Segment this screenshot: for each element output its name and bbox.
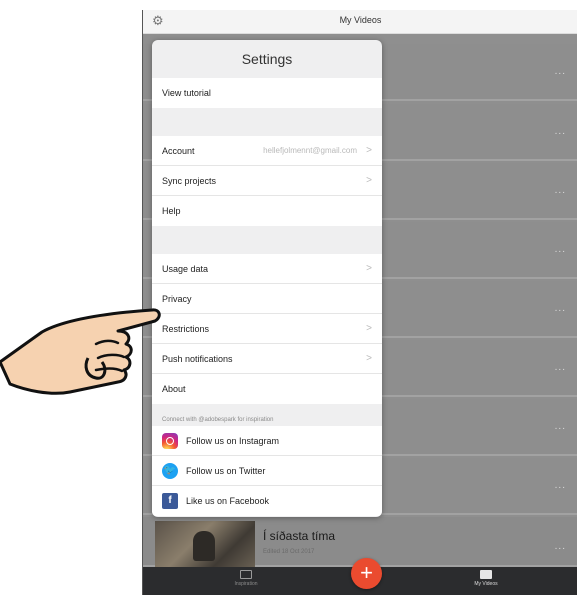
about-item[interactable]: About	[152, 374, 382, 404]
video-title: Í síðasta tíma	[263, 529, 336, 543]
social-group: Follow us on Instagram 🐦 Follow us on Tw…	[152, 426, 382, 516]
more-options-icon[interactable]: ...	[555, 362, 566, 373]
facebook-item[interactable]: f Like us on Facebook	[152, 486, 382, 516]
more-options-icon[interactable]: ...	[555, 541, 566, 552]
push-notifications-item[interactable]: Push notifications >	[152, 344, 382, 374]
item-label: Like us on Facebook	[186, 496, 270, 506]
twitter-item[interactable]: 🐦 Follow us on Twitter	[152, 456, 382, 486]
more-options-icon[interactable]: ...	[555, 244, 566, 255]
instagram-item[interactable]: Follow us on Instagram	[152, 426, 382, 456]
more-options-icon[interactable]: ...	[555, 303, 566, 314]
more-options-icon[interactable]: ...	[555, 185, 566, 196]
view-tutorial-item[interactable]: View tutorial	[152, 78, 382, 108]
usage-data-item[interactable]: Usage data >	[152, 254, 382, 284]
screenshot-stage: ⚙ My Videos ... ... ... ... ... ... ... …	[0, 0, 577, 595]
tab-inspiration[interactable]: Inspiration	[206, 570, 286, 587]
video-icon	[480, 570, 492, 579]
item-label: Usage data	[162, 264, 209, 274]
item-label: View tutorial	[162, 88, 211, 98]
facebook-icon: f	[162, 493, 178, 509]
chevron-right-icon: >	[366, 323, 372, 334]
twitter-icon: 🐦	[162, 463, 178, 479]
instagram-icon	[162, 433, 178, 449]
privacy-item[interactable]: Privacy	[152, 284, 382, 314]
settings-group: View tutorial	[152, 78, 382, 108]
settings-title: Settings	[241, 51, 293, 67]
tab-my-videos[interactable]: My Videos	[446, 570, 526, 587]
more-options-icon[interactable]: ...	[555, 480, 566, 491]
top-bar: ⚙ My Videos	[143, 10, 577, 34]
connect-section-label: Connect with @adobespark for inspiration	[152, 404, 382, 426]
item-label: Help	[162, 206, 181, 216]
pointing-hand-icon	[0, 308, 161, 395]
page-title: My Videos	[339, 15, 382, 25]
item-label: Sync projects	[162, 176, 217, 186]
account-email: hellefjolmennt@gmail.com	[263, 146, 357, 155]
video-edited-date: Edited 18 Oct 2017	[263, 549, 315, 555]
chevron-right-icon: >	[366, 145, 372, 156]
settings-group: Usage data > Privacy Restrictions > Push…	[152, 254, 382, 404]
chevron-right-icon: >	[366, 353, 372, 364]
more-options-icon[interactable]: ...	[555, 126, 566, 137]
restrictions-item[interactable]: Restrictions >	[152, 314, 382, 344]
tab-label: Inspiration	[234, 581, 258, 587]
item-label: Account	[162, 146, 195, 156]
settings-group: Account hellefjolmennt@gmail.com > Sync …	[152, 136, 382, 226]
help-item[interactable]: Help	[152, 196, 382, 226]
more-options-icon[interactable]: ...	[555, 66, 566, 77]
add-button[interactable]: +	[351, 558, 382, 589]
item-label: Follow us on Twitter	[186, 466, 266, 476]
tab-label: My Videos	[474, 581, 498, 587]
account-item[interactable]: Account hellefjolmennt@gmail.com >	[152, 136, 382, 166]
video-thumbnail	[155, 521, 255, 570]
item-label: Follow us on Instagram	[186, 436, 280, 446]
chevron-right-icon: >	[366, 263, 372, 274]
chevron-right-icon: >	[366, 175, 372, 186]
image-icon	[240, 570, 252, 579]
more-options-icon[interactable]: ...	[555, 421, 566, 432]
sync-projects-item[interactable]: Sync projects >	[152, 166, 382, 196]
settings-popover: Settings View tutorial Account hellefjol…	[152, 40, 382, 517]
